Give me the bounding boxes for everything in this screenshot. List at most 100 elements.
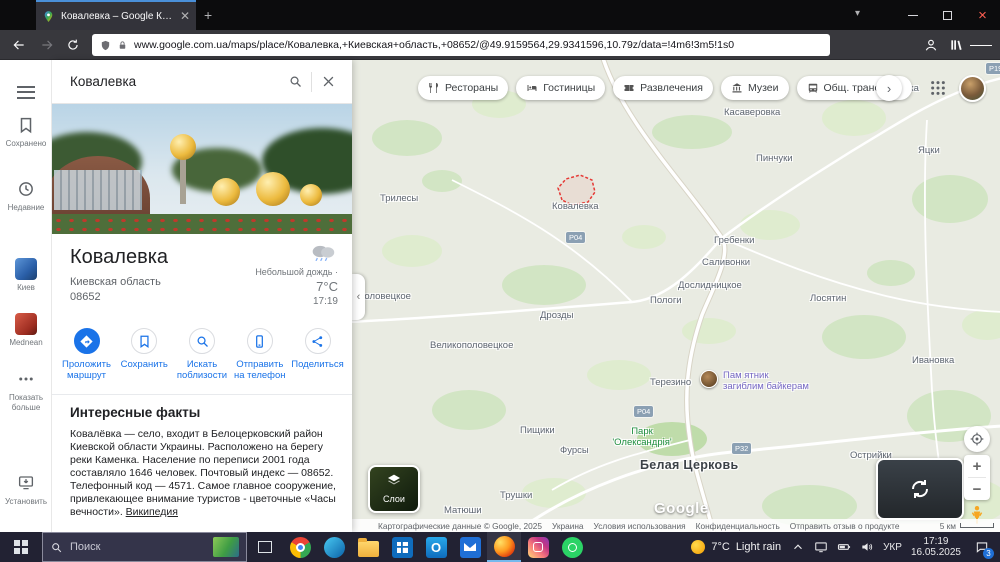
chip-museum[interactable]: Музеи xyxy=(720,76,789,100)
chip-hotel[interactable]: Гостиницы xyxy=(516,76,606,100)
poi-photo-icon xyxy=(700,370,718,388)
window-minimize-button[interactable] xyxy=(895,0,930,30)
rail-item-recents[interactable]: Недавние xyxy=(0,180,52,213)
address-bar[interactable]: www.google.com.ua/maps/place/Ковалевка,+… xyxy=(92,34,830,56)
rail-item-kiev[interactable]: Киев xyxy=(0,258,52,293)
window-close-button[interactable]: × xyxy=(965,0,1000,30)
action-center-button[interactable]: 3 xyxy=(970,532,994,562)
send-phone-icon xyxy=(246,328,273,354)
tracking-shield-icon xyxy=(101,40,110,50)
forward-button[interactable] xyxy=(36,34,58,56)
hamburger-menu-icon[interactable] xyxy=(17,82,35,102)
screen: Ковалевка – Google Карты ✕ + ▾ × www.goo… xyxy=(0,0,1000,562)
taskbar-weather-widget[interactable]: 7°C Light rain xyxy=(681,532,791,562)
hidden-icons-chevron[interactable] xyxy=(791,540,805,554)
chrome-icon xyxy=(289,536,311,558)
facts-paragraph: Ковалёвка — село, входит в Белоцерковски… xyxy=(70,428,336,518)
battery-icon[interactable] xyxy=(837,540,851,554)
rail-item-install[interactable]: Установить xyxy=(0,474,52,507)
start-button[interactable] xyxy=(0,532,42,562)
windows-taskbar: Поиск 7°C Light rain УКР 17:19 16.05.202… xyxy=(0,532,1000,562)
action-label: Сохранить xyxy=(120,359,168,370)
search-input[interactable] xyxy=(70,74,283,89)
outlook-app-icon[interactable] xyxy=(419,532,453,562)
taskbar-search-placeholder: Поиск xyxy=(70,541,101,553)
my-location-button[interactable] xyxy=(964,426,990,452)
place-photo[interactable] xyxy=(52,104,352,234)
new-tab-button[interactable]: + xyxy=(204,7,212,23)
window-maximize-button[interactable] xyxy=(930,0,965,30)
map-label-town: Пинчуки xyxy=(756,153,793,164)
action-nearby-button[interactable]: Искать поблизости xyxy=(174,328,231,381)
poi-monument-marker[interactable]: Пам ятник загиблим байкерам xyxy=(700,370,809,392)
search-highlight-image[interactable] xyxy=(213,537,239,557)
attribution-item[interactable]: Конфиденциальность xyxy=(696,521,780,531)
street-view-thumbnail[interactable] xyxy=(876,458,964,520)
taskbar-search-box[interactable]: Поиск xyxy=(42,532,247,562)
action-share-button[interactable]: Поделиться xyxy=(289,328,346,381)
rail-item-mednean[interactable]: Mednean xyxy=(0,313,52,348)
task-view-button[interactable] xyxy=(247,532,283,562)
attribution-item[interactable]: Украина xyxy=(552,521,584,531)
edge-app-icon[interactable] xyxy=(317,532,351,562)
library-icon[interactable] xyxy=(945,35,967,55)
folder-app-icon[interactable] xyxy=(351,532,385,562)
tab-list-chevron-icon[interactable]: ▾ xyxy=(855,8,860,19)
action-send-phone-button[interactable]: Отправить на телефон xyxy=(231,328,288,381)
chip-entertainment[interactable]: Развлечения xyxy=(613,76,713,100)
firefox-app-icon[interactable] xyxy=(487,532,521,562)
search-bar xyxy=(52,60,352,104)
entertainment-icon xyxy=(623,82,635,94)
chrome-app-icon[interactable] xyxy=(283,532,317,562)
wikipedia-link[interactable]: Википедия xyxy=(126,506,178,518)
rail-item-label: Недавние xyxy=(7,203,45,212)
store-app-icon[interactable] xyxy=(385,532,419,562)
attribution-item[interactable]: Отправить отзыв о продукте xyxy=(790,521,900,531)
mail-app-icon[interactable] xyxy=(453,532,487,562)
account-icon[interactable] xyxy=(920,35,942,55)
zoom-out-button[interactable]: − xyxy=(964,478,990,500)
menu-icon[interactable] xyxy=(970,35,992,55)
map-attribution-bar: Картографические данные © Google, 2025 Ук… xyxy=(352,519,1000,532)
map-label-town: Пологи xyxy=(650,295,682,306)
map-label-town: Ивановка xyxy=(912,355,955,366)
rail-item-show-more[interactable]: Показать больше xyxy=(0,370,52,412)
google-apps-grid-icon[interactable] xyxy=(930,80,946,96)
attribution-item[interactable]: Условия использования xyxy=(594,521,686,531)
rail-item-saved[interactable]: Сохранено xyxy=(0,116,52,149)
volume-icon[interactable] xyxy=(860,540,874,554)
rail-item-label: Показать больше xyxy=(8,393,43,412)
action-buttons-row: Проложить маршрут Сохранить Искать поблизо… xyxy=(58,328,346,381)
attribution-item: Картографические данные © Google, 2025 xyxy=(378,520,542,531)
action-save-button[interactable]: Сохранить xyxy=(116,328,173,381)
instagram-app-icon[interactable] xyxy=(521,532,555,562)
network-icon[interactable] xyxy=(814,540,828,554)
taskbar-weather-condition: Light rain xyxy=(735,541,782,553)
poi-label-line1: Пам ятник xyxy=(723,370,769,381)
back-button[interactable] xyxy=(8,34,30,56)
rail-item-label: Установить xyxy=(5,497,47,506)
clear-search-icon[interactable] xyxy=(316,70,340,94)
save-icon xyxy=(131,328,158,354)
whatsapp-app-icon[interactable] xyxy=(555,532,589,562)
action-label: Отправить на телефон xyxy=(233,359,286,381)
map-scale: 5 км xyxy=(940,521,994,531)
collapse-panel-chevron[interactable]: ‹ xyxy=(352,274,365,320)
search-icon xyxy=(52,542,62,552)
taskbar-clock[interactable]: 17:19 16.05.2025 xyxy=(911,536,961,558)
layers-button[interactable]: Слои xyxy=(368,465,420,513)
category-chips-row: Рестораны Гостиницы Развлечения Музеи Общ. т… xyxy=(418,76,912,100)
reload-button[interactable] xyxy=(62,34,84,56)
browser-tab[interactable]: Ковалевка – Google Карты ✕ xyxy=(36,0,196,30)
search-icon[interactable] xyxy=(283,70,307,94)
more-categories-chevron-icon[interactable]: › xyxy=(876,75,902,101)
zoom-in-button[interactable]: + xyxy=(964,455,990,477)
place-panel: Ковалевка Киевская область 08652 Небольш… xyxy=(52,60,352,532)
chip-restaurant[interactable]: Рестораны xyxy=(418,76,509,100)
tab-close-icon[interactable]: ✕ xyxy=(180,10,190,22)
language-indicator[interactable]: УКР xyxy=(883,542,902,553)
map-canvas[interactable]: Касаверовка Пинчуки Яцки Трилесы Ковалевка Гр… xyxy=(352,60,1000,532)
action-directions-button[interactable]: Проложить маршрут xyxy=(58,328,115,381)
photo-golden-sphere xyxy=(170,134,196,160)
profile-avatar[interactable] xyxy=(959,75,986,102)
